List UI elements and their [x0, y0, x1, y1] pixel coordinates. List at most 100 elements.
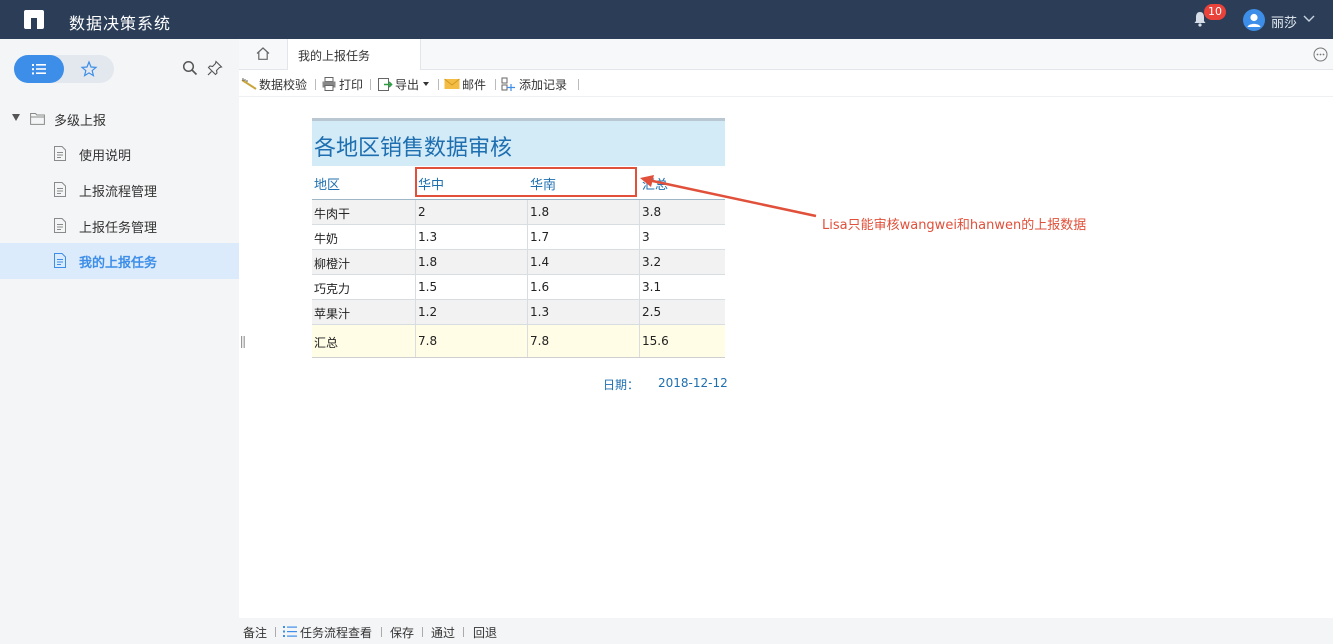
- ruler-pencil-icon: [241, 78, 257, 90]
- favorites-view-button[interactable]: [64, 55, 114, 83]
- export-icon: [378, 78, 393, 91]
- printer-icon: [322, 77, 336, 91]
- envelope-icon: [444, 78, 460, 89]
- document-icon: [54, 182, 66, 197]
- add-record-label: 添加记录: [519, 78, 568, 92]
- user-icon: [1247, 13, 1261, 27]
- table-total-row: 汇总 7.8 7.8 15.6: [312, 325, 725, 358]
- table-cell[interactable]: 3.2: [640, 250, 725, 274]
- tab-label: 我的上报任务: [298, 49, 371, 63]
- table-cell[interactable]: 1.8: [528, 200, 640, 224]
- bottom-action-bar: 备注 任务流程查看 保存 通过 回退: [239, 618, 1333, 644]
- save-button[interactable]: 保存: [390, 624, 414, 641]
- task-flow-view-button[interactable]: 任务流程查看: [300, 624, 372, 641]
- sidebar-item-flow-management[interactable]: 上报流程管理: [0, 172, 239, 208]
- sidebar-view-toggle: [14, 55, 114, 83]
- chevron-down-icon[interactable]: [1302, 11, 1316, 25]
- sidebar-item-task-management[interactable]: 上报任务管理: [0, 208, 239, 244]
- list-icon: [32, 64, 46, 75]
- toolbar-separator: [370, 79, 371, 90]
- app-title: 数据决策系统: [69, 14, 172, 33]
- bottombar-separator: [275, 627, 276, 637]
- sidebar-item-usage-guide[interactable]: 使用说明: [0, 136, 239, 172]
- document-icon: [54, 253, 66, 268]
- dropdown-caret-icon: [423, 82, 429, 86]
- reject-button[interactable]: 回退: [473, 624, 497, 641]
- pin-icon[interactable]: [207, 60, 223, 76]
- more-options-icon[interactable]: [1313, 47, 1328, 62]
- sidebar-item-label: 我的上报任务: [79, 256, 158, 271]
- table-cell[interactable]: 1.4: [528, 250, 640, 274]
- tree-folder-multilevel-report[interactable]: 多级上报: [0, 105, 239, 133]
- resize-handle-icon[interactable]: [241, 336, 245, 348]
- add-record-icon: [501, 77, 515, 91]
- top-header: 数据决策系统 10 丽莎: [0, 0, 1333, 39]
- bottombar-separator: [463, 627, 464, 637]
- user-avatar[interactable]: [1243, 9, 1265, 31]
- table-cell[interactable]: 1.3: [528, 300, 640, 324]
- table-cell[interactable]: 牛肉干: [312, 200, 416, 224]
- highlight-box: [415, 167, 637, 197]
- table-cell: 7.8: [416, 325, 528, 357]
- mail-label: 邮件: [462, 78, 487, 92]
- table-row: 柳橙汁 1.8 1.4 3.2: [312, 250, 725, 275]
- bottombar-separator: [422, 627, 423, 637]
- home-icon: [256, 47, 270, 60]
- toolbar-separator: [438, 79, 439, 90]
- report-title-cell: 各地区销售数据审核: [312, 118, 725, 166]
- table-cell[interactable]: 1.5: [416, 275, 528, 299]
- table-cell[interactable]: 1.7: [528, 225, 640, 249]
- table-cell[interactable]: 1.3: [416, 225, 528, 249]
- date-value: 2018-12-12: [658, 376, 728, 390]
- annotation-text: Lisa只能审核wangwei和hanwen的上报数据: [822, 218, 1087, 233]
- tab-bar: 我的上报任务: [239, 39, 1333, 70]
- date-label: 日期：: [603, 378, 640, 392]
- annotation-arrow-icon: [640, 175, 817, 218]
- folder-icon: [30, 113, 45, 125]
- task-flow-icon: [283, 626, 297, 637]
- table-cell[interactable]: 牛奶: [312, 225, 416, 249]
- table-row: 巧克力 1.5 1.6 3.1: [312, 275, 725, 300]
- document-icon: [54, 218, 66, 233]
- table-cell[interactable]: 2.5: [640, 300, 725, 324]
- table-cell[interactable]: 1.8: [416, 250, 528, 274]
- table-cell[interactable]: 巧克力: [312, 275, 416, 299]
- table-cell[interactable]: 苹果汁: [312, 300, 416, 324]
- pass-button[interactable]: 通过: [431, 624, 455, 641]
- table-cell[interactable]: 1.2: [416, 300, 528, 324]
- star-icon: [80, 60, 98, 77]
- table-cell[interactable]: 2: [416, 200, 528, 224]
- table-cell: 7.8: [528, 325, 640, 357]
- table-cell: 15.6: [642, 334, 669, 348]
- user-name[interactable]: 丽莎: [1271, 12, 1297, 31]
- bottombar-separator: [381, 627, 382, 637]
- toolbar-separator: [495, 79, 496, 90]
- search-icon[interactable]: [182, 60, 198, 76]
- app-logo-icon[interactable]: [24, 10, 44, 29]
- report-toolbar: 数据校验 打印 导出 邮件 添加记录: [239, 70, 1333, 97]
- note-button[interactable]: 备注: [243, 624, 267, 641]
- toolbar-separator: [578, 79, 579, 90]
- tab-my-tasks[interactable]: 我的上报任务: [287, 39, 421, 70]
- tab-home[interactable]: [239, 39, 287, 70]
- sidebar-item-label: 上报流程管理: [79, 185, 158, 200]
- notification-badge[interactable]: 10: [1204, 4, 1226, 20]
- data-check-label: 数据校验: [259, 78, 308, 92]
- table-cell[interactable]: 柳橙汁: [312, 250, 416, 274]
- sidebar: 多级上报 使用说明 上报流程管理 上报任务管理 我的上报任务: [0, 39, 239, 644]
- table-cell[interactable]: 1.6: [528, 275, 640, 299]
- expand-arrow-icon[interactable]: [12, 114, 20, 121]
- table-cell: 汇总: [312, 325, 416, 357]
- header-cell-region: 地区: [314, 178, 341, 193]
- sidebar-item-label: 使用说明: [79, 149, 132, 164]
- export-label: 导出: [395, 78, 420, 92]
- print-label: 打印: [339, 78, 364, 92]
- document-icon: [54, 146, 66, 161]
- table-row: 苹果汁 1.2 1.3 2.5: [312, 300, 725, 325]
- list-view-button[interactable]: [14, 55, 64, 83]
- sidebar-item-label: 上报任务管理: [79, 221, 158, 236]
- table-cell[interactable]: 3.1: [640, 275, 725, 299]
- report-title: 各地区销售数据审核: [314, 136, 513, 161]
- sidebar-item-my-tasks[interactable]: 我的上报任务: [0, 243, 239, 279]
- tree-folder-label: 多级上报: [54, 114, 107, 129]
